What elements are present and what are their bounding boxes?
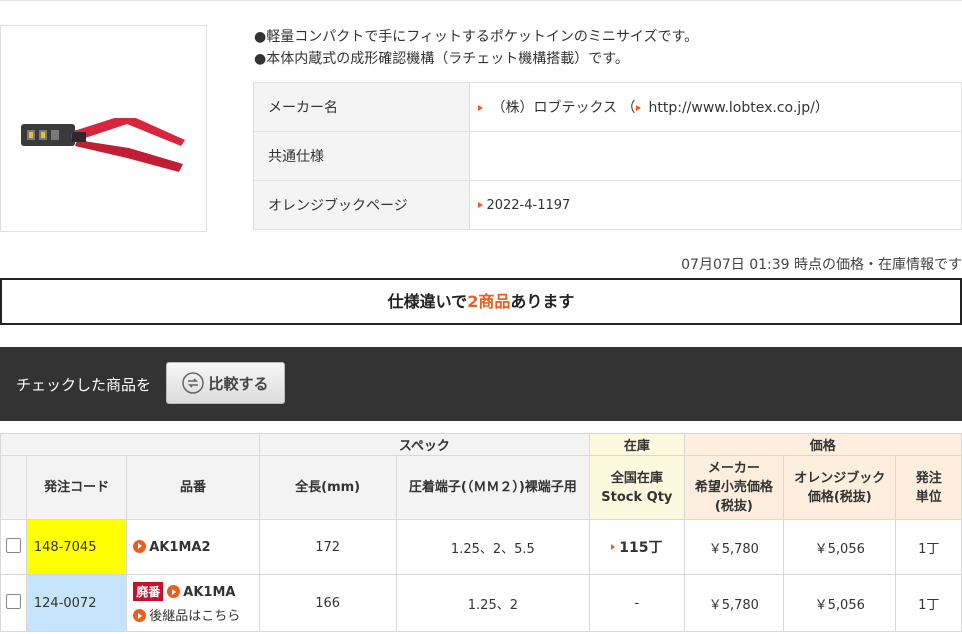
stock-value: - bbox=[589, 574, 685, 632]
arrow-icon bbox=[611, 544, 616, 550]
product-info-table: メーカー名 （株）ロブテックス （ http://www.lobtex.co.jp… bbox=[252, 82, 962, 230]
unit-value: 1丁 bbox=[895, 519, 962, 575]
feature-list: ●軽量コンパクトで手にフィットするポケットインのミニサイズです。 ●本体内蔵式の… bbox=[254, 26, 698, 70]
header-stock: 全国在庫 Stock Qty bbox=[589, 455, 685, 520]
play-circle-icon bbox=[167, 585, 181, 598]
variant-count: 2商品 bbox=[467, 292, 511, 311]
terminal-value: 1.25、2 bbox=[395, 574, 591, 632]
order-code: 148-7045 bbox=[25, 519, 128, 575]
arrow-icon bbox=[478, 105, 484, 111]
order-code: 124-0072 bbox=[25, 574, 128, 632]
maker-price-value: ￥5,780 bbox=[683, 574, 785, 632]
play-circle-icon bbox=[133, 539, 147, 553]
header-order-code: 発注コード bbox=[25, 455, 128, 520]
group-header-stock: 在庫 bbox=[589, 433, 685, 456]
orange-book-value: 2022-4-1197 bbox=[469, 180, 962, 230]
header-unit-line1: 発注 bbox=[915, 470, 942, 486]
header-part-no: 品番 bbox=[126, 455, 260, 520]
ob-price-value: ￥5,056 bbox=[783, 574, 897, 632]
maker-link[interactable]: （株）ロブテックス bbox=[491, 100, 617, 116]
row-checkbox-cell bbox=[0, 519, 27, 575]
feature-item: ●本体内蔵式の成形確認機構（ラチェット機構搭載）です。 bbox=[254, 51, 629, 67]
arrow-icon bbox=[478, 202, 484, 208]
row-checkbox-cell bbox=[0, 574, 27, 632]
header-terminal: 圧着端子(（ＭＭ２）)裸端子用 bbox=[395, 455, 591, 520]
compare-label: チェックした商品を bbox=[16, 376, 152, 394]
row-checkbox[interactable] bbox=[5, 593, 21, 609]
header-stock-line1: 全国在庫 bbox=[610, 470, 663, 486]
header-length: 全長(mm) bbox=[258, 455, 397, 520]
unit-value: 1丁 bbox=[895, 574, 962, 632]
maker-label: メーカー名 bbox=[252, 82, 471, 132]
compare-button-label: 比較する bbox=[208, 374, 269, 393]
url-paren-open: （ bbox=[621, 100, 636, 116]
part-no-link[interactable]: AK1MA bbox=[183, 585, 235, 600]
maker-price-value: ￥5,780 bbox=[683, 519, 785, 575]
feature-item: ●軽量コンパクトで手にフィットするポケットインのミニサイズです。 bbox=[254, 29, 699, 45]
header-maker-price-line1: メーカー bbox=[707, 461, 760, 476]
header-stock-line2: Stock Qty bbox=[601, 489, 673, 505]
part-no-link[interactable]: AK1MA2 bbox=[149, 540, 210, 555]
variant-banner: 仕様違いで2商品あります bbox=[0, 278, 962, 325]
header-ob-price-line2: 価格(税抜) bbox=[807, 489, 872, 505]
price-timestamp: 07月07日 01:39 時点の価格・在庫情報です bbox=[681, 257, 962, 273]
header-ob-price-line1: オレンジブック bbox=[794, 470, 886, 486]
crimping-plier-icon bbox=[21, 118, 185, 172]
row-checkbox[interactable] bbox=[5, 537, 21, 553]
header-unit-line2: 単位 bbox=[915, 489, 942, 505]
url-paren-close: ） bbox=[814, 100, 829, 116]
maker-url-link[interactable]: http://www.lobtex.co.jp/ bbox=[649, 100, 815, 116]
compare-bar: チェックした商品を 比較する bbox=[0, 347, 962, 421]
stock-value[interactable]: 115丁 bbox=[619, 540, 662, 556]
header-maker-price-line2: 希望小売価格 bbox=[694, 480, 773, 495]
variant-suffix: あります bbox=[510, 292, 575, 311]
group-header-spec: スペック bbox=[258, 433, 591, 456]
ob-price-value: ￥5,056 bbox=[783, 519, 897, 575]
orange-book-link[interactable]: 2022-4-1197 bbox=[486, 198, 570, 213]
product-variant-table: スペック 在庫 価格 発注コード 品番 全長(mm) 圧着端子(（ＭＭ２）)裸端… bbox=[0, 433, 962, 632]
arrow-icon bbox=[635, 105, 641, 111]
maker-value: （株）ロブテックス （ http://www.lobtex.co.jp/） bbox=[469, 82, 962, 132]
length-value: 172 bbox=[258, 519, 397, 575]
table-row: 124-0072 廃番 AK1MA 後継品はこちら 166 1.25、2 - ￥5… bbox=[0, 574, 962, 632]
common-spec-label: 共通仕様 bbox=[252, 131, 471, 181]
stock-cell: 115丁 bbox=[589, 519, 685, 575]
successor-link[interactable]: 後継品はこちら bbox=[149, 609, 240, 624]
group-header-blank bbox=[0, 433, 260, 456]
product-image[interactable] bbox=[0, 25, 207, 232]
compare-button[interactable]: 比較する bbox=[166, 362, 285, 404]
header-unit: 発注 単位 bbox=[895, 455, 962, 520]
orange-book-label: オレンジブックページ bbox=[252, 180, 471, 230]
discontinued-badge: 廃番 bbox=[133, 582, 164, 601]
part-no-cell: 廃番 AK1MA 後継品はこちら bbox=[126, 574, 260, 632]
terminal-value: 1.25、2、5.5 bbox=[395, 519, 591, 575]
top-divider bbox=[0, 0, 962, 1]
header-checkbox bbox=[0, 455, 27, 520]
header-maker-price: メーカー 希望小売価格 (税抜) bbox=[683, 455, 785, 520]
header-maker-price-line3: (税抜) bbox=[714, 499, 753, 514]
part-no-cell: AK1MA2 bbox=[126, 519, 260, 575]
header-ob-price: オレンジブック 価格(税抜) bbox=[783, 455, 897, 520]
common-spec-value bbox=[469, 131, 962, 181]
table-row: 148-7045 AK1MA2 172 1.25、2、5.5 115丁 ￥5,7… bbox=[0, 519, 962, 575]
play-circle-icon bbox=[133, 609, 147, 622]
length-value: 166 bbox=[258, 574, 397, 632]
variant-prefix: 仕様違いで bbox=[387, 292, 468, 311]
group-header-price: 価格 bbox=[683, 433, 962, 456]
compare-icon bbox=[182, 372, 205, 394]
